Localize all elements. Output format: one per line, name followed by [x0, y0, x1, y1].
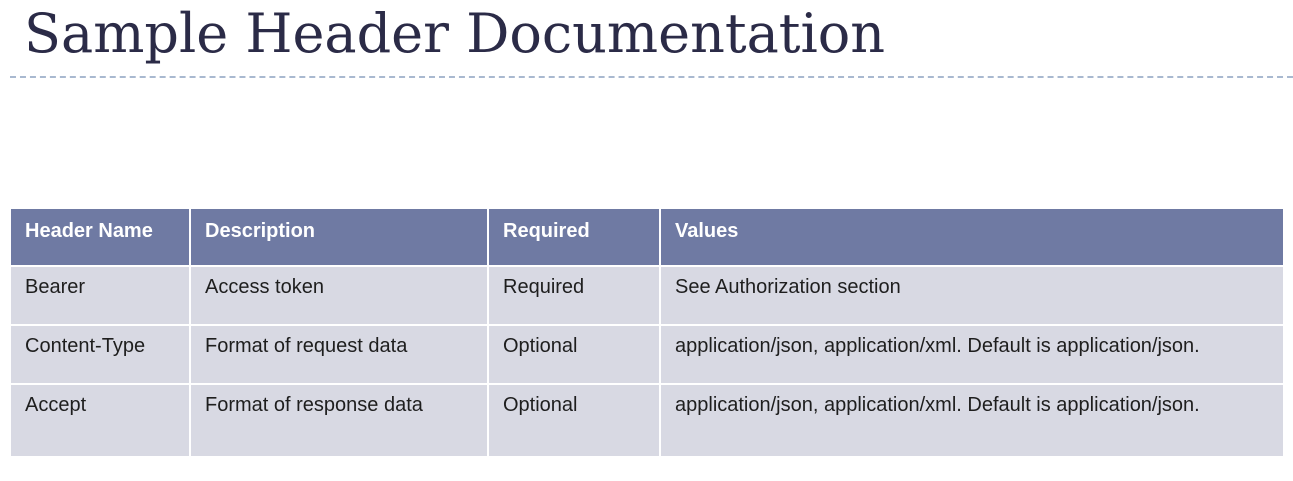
column-header-values: Values: [661, 209, 1283, 265]
page-title: Sample Header Documentation: [24, 2, 886, 65]
cell-header-name: Bearer: [11, 267, 189, 324]
title-divider: [10, 76, 1293, 78]
cell-values: See Authorization section: [661, 267, 1283, 324]
table-row: Content-Type Format of request data Opti…: [11, 326, 1283, 383]
table-row: Accept Format of response data Optional …: [11, 385, 1283, 456]
cell-values: application/json, application/xml. Defau…: [661, 385, 1283, 456]
column-header-header-name: Header Name: [11, 209, 189, 265]
cell-description: Format of request data: [191, 326, 487, 383]
table-row: Bearer Access token Required See Authori…: [11, 267, 1283, 324]
cell-required: Required: [489, 267, 659, 324]
cell-values: application/json, application/xml. Defau…: [661, 326, 1283, 383]
header-documentation-table: Header Name Description Required Values …: [9, 207, 1285, 458]
column-header-required: Required: [489, 209, 659, 265]
cell-required: Optional: [489, 326, 659, 383]
cell-required: Optional: [489, 385, 659, 456]
table-header-row: Header Name Description Required Values: [11, 209, 1283, 265]
cell-header-name: Accept: [11, 385, 189, 456]
cell-description: Format of response data: [191, 385, 487, 456]
column-header-description: Description: [191, 209, 487, 265]
cell-header-name: Content-Type: [11, 326, 189, 383]
cell-description: Access token: [191, 267, 487, 324]
